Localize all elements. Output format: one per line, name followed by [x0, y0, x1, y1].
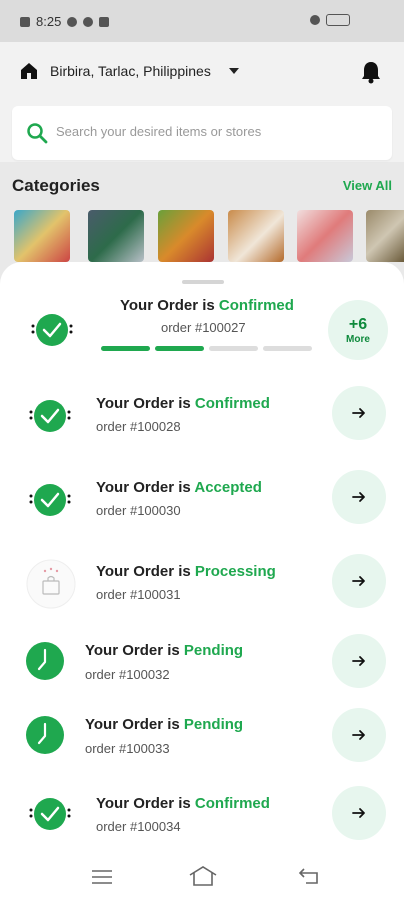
arrow-right-icon — [352, 730, 365, 740]
drag-handle[interactable] — [182, 280, 224, 284]
menu-icon[interactable] — [91, 869, 113, 885]
order-title: Your Order is Pending — [85, 642, 243, 659]
order-item[interactable]: Your Order is Pending order #100033 — [0, 708, 404, 762]
open-order-button[interactable] — [332, 708, 386, 762]
order-item[interactable]: Your Order is Accepted order #100030 — [0, 470, 404, 526]
order-title-prefix: Your Order is — [120, 297, 215, 314]
open-order-button[interactable] — [332, 554, 386, 608]
category-thumbnail[interactable] — [228, 210, 284, 262]
category-thumbnail[interactable] — [297, 210, 353, 262]
chevron-down-icon — [228, 68, 239, 74]
gallery-icon — [99, 16, 110, 27]
location-text: Birbira, Tarlac, Philippines — [50, 63, 211, 79]
search-icon — [27, 123, 48, 144]
order-status: Confirmed — [194, 395, 270, 412]
bell-icon[interactable] — [360, 60, 382, 84]
order-title: Your Order is Confirmed — [120, 297, 294, 314]
order-status: Confirmed — [218, 297, 294, 314]
clock-icon — [26, 716, 64, 754]
order-number: order #100028 — [96, 419, 181, 434]
order-title-prefix: Your Order is — [96, 395, 191, 412]
orders-sheet: Your Order is Confirmed order #100027 +6… — [0, 262, 404, 900]
signal-icon — [20, 16, 30, 27]
order-status: Pending — [183, 642, 244, 659]
progress-step — [155, 346, 204, 351]
more-label: More — [346, 333, 370, 345]
order-progress — [101, 346, 312, 351]
order-number: order #100030 — [96, 503, 181, 518]
app-icon — [83, 16, 94, 27]
arrow-right-icon — [352, 576, 365, 586]
order-status: Confirmed — [194, 795, 270, 812]
open-order-button[interactable] — [332, 386, 386, 440]
confirmed-icon — [29, 400, 71, 432]
arrow-right-icon — [352, 656, 365, 666]
order-title-prefix: Your Order is — [96, 479, 191, 496]
header: Birbira, Tarlac, Philippines Search your… — [0, 42, 404, 162]
search-placeholder: Search your desired items or stores — [56, 124, 262, 139]
location-selector[interactable]: Birbira, Tarlac, Philippines — [20, 62, 239, 80]
order-title-prefix: Your Order is — [96, 563, 191, 580]
order-number: order #100033 — [85, 741, 170, 756]
order-status: Processing — [194, 563, 276, 580]
order-number: order #100031 — [96, 587, 181, 602]
category-thumbnail[interactable] — [14, 210, 70, 262]
categories-title: Categories — [12, 176, 100, 195]
messenger-icon — [67, 16, 78, 27]
order-item[interactable]: Your Order is Confirmed order #100028 — [0, 386, 404, 442]
more-orders-button[interactable]: +6 More — [328, 300, 388, 360]
progress-step — [263, 346, 312, 351]
order-number: order #100034 — [96, 819, 181, 834]
category-thumbnail[interactable] — [158, 210, 214, 262]
order-number: order #100027 — [161, 320, 246, 335]
accepted-icon — [29, 484, 71, 516]
view-all-link[interactable]: View All — [343, 178, 392, 193]
order-title-prefix: Your Order is — [96, 795, 191, 812]
confirmed-icon — [29, 798, 71, 830]
order-status: Pending — [183, 716, 244, 733]
status-bar: 8:25 — [0, 0, 404, 42]
home-icon — [21, 63, 37, 79]
order-title: Your Order is Confirmed — [96, 795, 270, 812]
battery-icon — [326, 14, 350, 26]
home-nav-icon[interactable] — [189, 866, 217, 886]
category-thumbnail[interactable] — [366, 210, 404, 262]
progress-step — [101, 346, 150, 351]
more-count: +6 — [348, 315, 368, 333]
open-order-button[interactable] — [332, 634, 386, 688]
order-status: Accepted — [194, 479, 262, 496]
processing-icon — [26, 559, 76, 609]
arrow-right-icon — [352, 808, 365, 818]
order-title: Your Order is Pending — [85, 716, 243, 733]
confirmed-icon — [31, 314, 73, 346]
category-thumbnail[interactable] — [88, 210, 144, 262]
order-title: Your Order is Processing — [96, 563, 276, 580]
status-time: 8:25 — [36, 14, 62, 29]
system-nav-bar — [0, 852, 404, 900]
order-item[interactable]: Your Order is Confirmed order #100034 — [0, 786, 404, 842]
arrow-right-icon — [352, 492, 365, 502]
order-item[interactable]: Your Order is Confirmed order #100027 +6… — [0, 290, 404, 362]
alarm-icon — [310, 15, 320, 25]
open-order-button[interactable] — [332, 470, 386, 524]
progress-step — [209, 346, 258, 351]
order-item[interactable]: Your Order is Processing order #100031 — [0, 554, 404, 610]
order-title-prefix: Your Order is — [85, 716, 180, 733]
order-title: Your Order is Confirmed — [96, 395, 270, 412]
clock-icon — [26, 642, 64, 680]
order-number: order #100032 — [85, 667, 170, 682]
order-item[interactable]: Your Order is Pending order #100032 — [0, 634, 404, 688]
back-icon[interactable] — [298, 867, 320, 885]
order-title: Your Order is Accepted — [96, 479, 262, 496]
open-order-button[interactable] — [332, 786, 386, 840]
search-input[interactable]: Search your desired items or stores — [12, 106, 392, 160]
arrow-right-icon — [352, 408, 365, 418]
order-title-prefix: Your Order is — [85, 642, 180, 659]
